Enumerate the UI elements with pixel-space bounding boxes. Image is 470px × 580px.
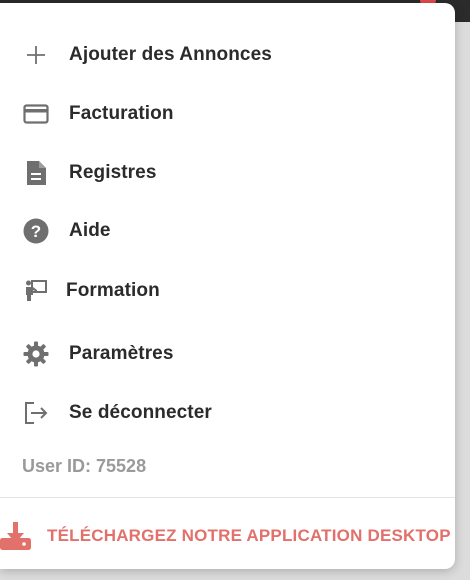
- gear-icon: [22, 341, 50, 367]
- menu-item-label: Facturation: [69, 103, 174, 124]
- presentation-icon: [22, 279, 50, 303]
- logout-icon: [22, 401, 50, 425]
- menu-item-add-listings[interactable]: Ajouter des Annonces: [0, 33, 455, 77]
- user-id-text: User ID: 75528: [22, 456, 147, 476]
- credit-card-icon: [22, 102, 50, 126]
- svg-text:?: ?: [31, 222, 41, 241]
- menu-divider: [0, 497, 455, 498]
- menu-item-help[interactable]: ? Aide: [0, 209, 455, 253]
- document-icon: [22, 161, 50, 185]
- menu-item-label: Registres: [69, 162, 157, 183]
- menu-item-label: Aide: [69, 220, 111, 241]
- menu-item-settings[interactable]: Paramètres: [0, 332, 455, 376]
- menu-item-label: Formation: [66, 280, 160, 301]
- help-circle-icon: ?: [22, 218, 50, 244]
- menu-item-label: Paramètres: [69, 343, 174, 364]
- menu-item-registers[interactable]: Registres: [0, 151, 455, 195]
- menu-item-logout[interactable]: Se déconnecter: [0, 391, 455, 435]
- menu-item-label: Se déconnecter: [69, 402, 212, 423]
- menu-item-billing[interactable]: Facturation: [0, 92, 455, 136]
- user-dropdown-menu: Ajouter des Annonces Facturation Registr…: [0, 3, 455, 569]
- plus-icon: [22, 43, 50, 67]
- download-desktop-app-label: TÉLÉCHARGEZ NOTRE APPLICATION DESKTOP: [47, 526, 451, 545]
- menu-item-training[interactable]: Formation: [0, 269, 455, 313]
- menu-item-label: Ajouter des Annonces: [69, 44, 272, 65]
- download-desktop-app-button[interactable]: TÉLÉCHARGEZ NOTRE APPLICATION DESKTOP: [0, 513, 455, 557]
- download-icon: [0, 521, 34, 551]
